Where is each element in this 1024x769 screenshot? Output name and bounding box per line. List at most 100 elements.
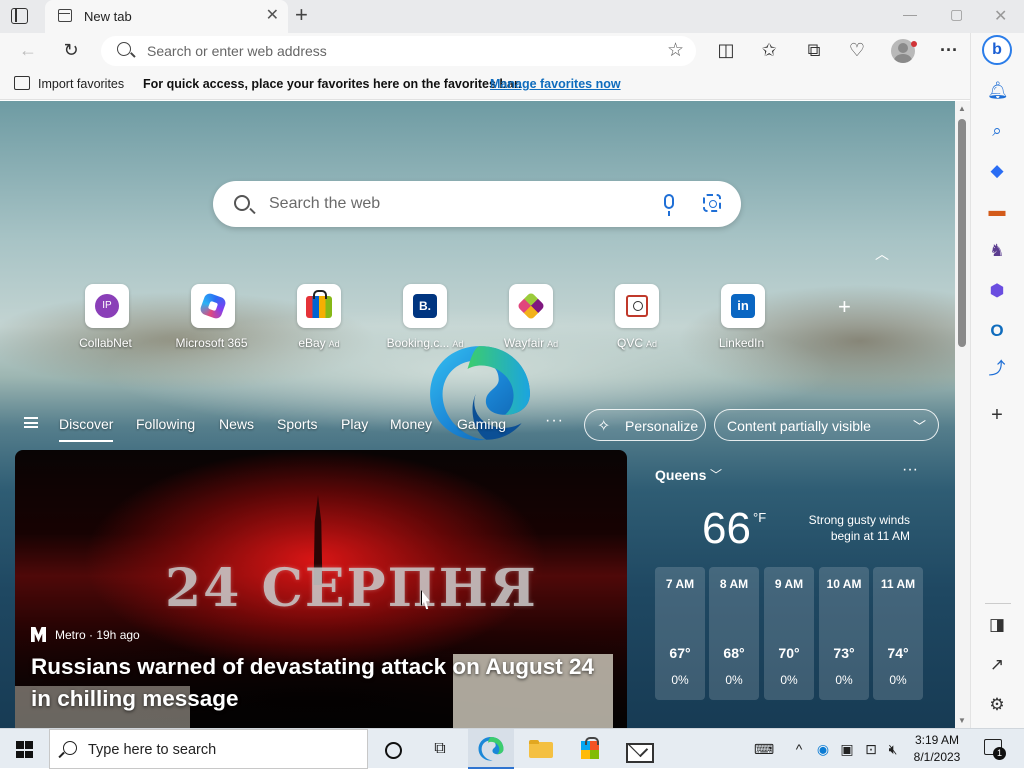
weather-card[interactable]: Queens ﹀ ··· 66 °F Strong gusty winds be… [640, 456, 940, 706]
news-headline[interactable]: Russians warned of devastating attack on… [31, 651, 616, 715]
web-search-input[interactable] [269, 193, 629, 215]
microsoft-store-icon[interactable] [575, 734, 605, 764]
ebay-logo-icon [297, 284, 341, 328]
new-tab-button[interactable]: + [295, 4, 308, 26]
volume-muted-icon[interactable]: 🔇︎ [884, 740, 902, 758]
quick-link-qvc[interactable]: QVC Ad [592, 284, 682, 350]
weather-location[interactable]: Queens [655, 467, 706, 483]
notification-count-badge: 1 [993, 747, 1006, 760]
favorites-icon[interactable]: ✩ [758, 40, 780, 60]
scroll-down-arrow-icon[interactable]: ▼ [958, 716, 966, 725]
quick-link-microsoft-365[interactable]: Microsoft 365 [168, 284, 258, 350]
add-sidebar-app-icon[interactable]: + [987, 405, 1007, 425]
open-in-new-window-icon[interactable]: ↗ [987, 655, 1007, 675]
minimize-button[interactable]: — [903, 6, 917, 22]
add-quick-link-plus-icon[interactable]: + [838, 294, 851, 320]
clock-date: 8/1/2023 [913, 750, 961, 764]
cortana-icon[interactable] [377, 734, 407, 764]
import-favorites-icon[interactable] [14, 76, 30, 90]
quick-link-label: QVC [616, 336, 643, 350]
feed-tab-sports[interactable]: Sports [277, 416, 317, 432]
search-icon [234, 195, 250, 211]
quick-link-linkedin[interactable]: in LinkedIn [698, 284, 788, 350]
weather-more-options-icon[interactable]: ··· [902, 461, 918, 479]
visual-search-icon[interactable] [703, 194, 721, 212]
keyboard-icon[interactable]: ⌨ [752, 740, 776, 758]
shopping-tag-icon[interactable]: ◆ [987, 161, 1007, 181]
import-favorites-button[interactable]: Import favorites [38, 77, 124, 91]
taskbar-search-input[interactable] [88, 740, 358, 760]
close-tab-icon[interactable]: ✕ [266, 8, 279, 24]
taskbar-search-box[interactable] [49, 729, 368, 769]
hamburger-menu-icon[interactable] [24, 417, 38, 428]
restore-button[interactable]: ▢ [950, 6, 963, 23]
browser-essentials-heart-icon[interactable]: ♡ [846, 40, 868, 60]
tab-actions-menu-icon[interactable] [11, 8, 28, 24]
collapse-quick-links-chevron-up-icon[interactable]: ︿ [875, 244, 889, 264]
network-icon[interactable]: ⊡ [862, 740, 880, 758]
refresh-icon[interactable]: ↻ [60, 40, 82, 60]
web-search-box[interactable] [213, 181, 741, 227]
meet-now-icon[interactable]: ▣ [838, 740, 856, 758]
weather-summary: Strong gusty winds begin at 11 AM [808, 513, 910, 543]
feed-more-button[interactable]: ··· [545, 412, 564, 430]
show-hidden-icons-chevron-up-icon[interactable]: ^ [790, 740, 808, 758]
clock[interactable]: 3:19 AM 8/1/2023 [906, 732, 968, 766]
temperature-unit[interactable]: °F [753, 510, 766, 525]
new-tab-page-icon [58, 9, 72, 22]
booking-logo-glyph: B. [413, 294, 437, 318]
hide-sidebar-icon[interactable]: ◨ [987, 615, 1007, 635]
games-icon[interactable]: ♞ [987, 241, 1007, 261]
tray-app-icon[interactable]: ◉ [814, 740, 832, 758]
favorites-bar-hint: For quick access, place your favorites h… [143, 77, 522, 91]
split-screen-icon[interactable]: ◫ [715, 40, 737, 60]
microphone-icon[interactable] [664, 194, 674, 216]
bing-chat-icon[interactable]: b [982, 35, 1012, 65]
chevron-down-icon[interactable]: ﹀ [710, 466, 722, 483]
notification-bell-icon[interactable]: 🔔︎ [987, 81, 1009, 101]
settings-more-icon[interactable]: ··· [938, 40, 960, 60]
edge-taskbar-icon[interactable] [468, 729, 514, 769]
scrollbar-thumb[interactable] [958, 119, 966, 347]
back-arrow-icon[interactable]: ← [17, 40, 39, 60]
page-scrollbar[interactable]: ▲ ▼ [955, 101, 970, 728]
file-explorer-icon[interactable] [526, 734, 556, 764]
linkedin-logo-glyph: in [731, 294, 755, 318]
drop-icon[interactable]: ⤴ [987, 359, 1007, 379]
feed-tab-money[interactable]: Money [390, 416, 432, 432]
hour-temp: 74° [887, 645, 909, 661]
news-card[interactable]: 24 СЕРПНЯ Metro · 19h ago Russians warne… [15, 450, 627, 728]
ad-badge: Ad [646, 339, 658, 349]
microsoft-365-icon[interactable]: ⬢ [987, 281, 1007, 301]
feed-tab-following[interactable]: Following [136, 416, 195, 432]
feed-tab-discover[interactable]: Discover [59, 416, 114, 442]
search-icon[interactable]: ⌕ [987, 121, 1007, 141]
quick-link-collabnet[interactable]: IP CollabNet [62, 284, 152, 350]
tab-new-tab[interactable]: New tab ✕ [45, 0, 288, 33]
tools-briefcase-icon[interactable]: ▬ [987, 201, 1007, 221]
feed-tab-gaming[interactable]: Gaming [457, 416, 506, 432]
mail-icon[interactable] [623, 734, 654, 764]
feed-tab-news[interactable]: News [219, 416, 254, 432]
address-bar[interactable]: ☆ [101, 36, 696, 66]
tab-title: New tab [84, 9, 132, 24]
manage-favorites-link[interactable]: Manage favorites now [490, 77, 621, 91]
sidebar-settings-gear-icon[interactable]: ⚙ [987, 695, 1007, 715]
address-input[interactable] [147, 40, 647, 62]
close-window-button[interactable]: ✕ [994, 6, 1007, 26]
scroll-up-arrow-icon[interactable]: ▲ [958, 104, 966, 113]
quick-link-ebay[interactable]: eBay Ad [274, 284, 364, 350]
content-visibility-dropdown[interactable]: Content partially visible ﹀ [714, 409, 939, 441]
windows-start-icon[interactable] [16, 741, 33, 758]
quick-link-wayfair[interactable]: Wayfair Ad [486, 284, 576, 350]
outlook-icon[interactable]: O [987, 321, 1007, 341]
task-view-icon[interactable]: ⧉ [425, 734, 455, 764]
collections-icon[interactable]: ⧉ [803, 40, 825, 60]
toolbar: ← ↻ ☆ ◫ ✩ ⧉ ♡ ··· [0, 33, 970, 69]
hour-time: 10 AM [826, 577, 862, 591]
quick-link-booking[interactable]: B. Booking.c... Ad [380, 284, 470, 350]
hourly-forecast-item: 8 AM 68° 0% [709, 567, 759, 700]
personalize-button[interactable]: ✧ Personalize [584, 409, 706, 441]
add-favorite-star-icon[interactable]: ☆ [667, 39, 684, 62]
feed-tab-play[interactable]: Play [341, 416, 368, 432]
